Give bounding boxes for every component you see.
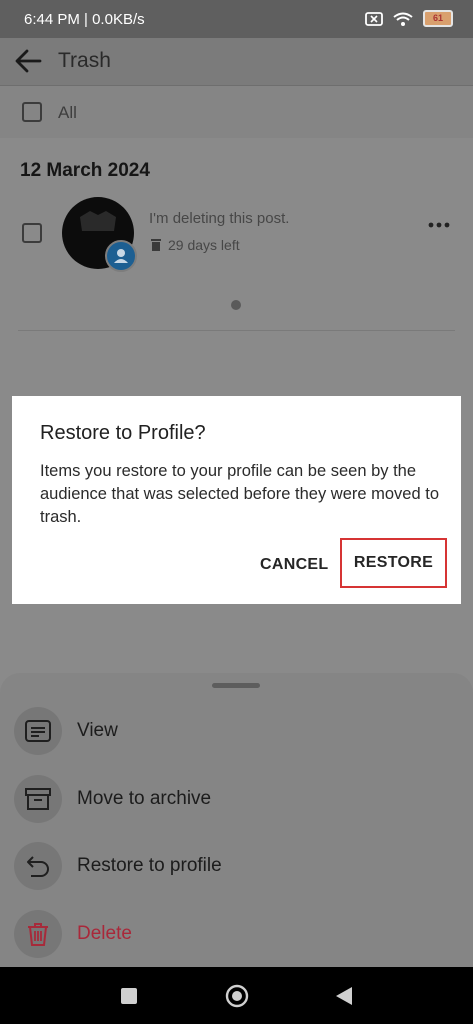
page-title: Trash	[58, 49, 111, 72]
bottom-sheet: View Move to archive Restore to profile …	[0, 673, 473, 973]
post-text: I'm deleting this post.	[149, 210, 290, 227]
view-icon	[14, 707, 62, 755]
restore-icon	[14, 842, 62, 890]
days-left: 29 days left	[150, 237, 240, 253]
back-arrow-icon[interactable]	[14, 48, 42, 74]
dialog-title: Restore to Profile?	[40, 422, 206, 444]
select-all-row[interactable]: All	[0, 86, 473, 138]
home-icon[interactable]	[225, 984, 249, 1008]
select-all-label: All	[58, 103, 77, 122]
section-date: 12 March 2024	[20, 160, 150, 181]
sheet-item-view[interactable]: View	[0, 701, 473, 761]
sheet-item-restore[interactable]: Restore to profile	[0, 836, 473, 896]
system-nav-bar	[0, 967, 473, 1024]
more-options-icon[interactable]	[428, 222, 450, 228]
loading-indicator	[231, 300, 241, 310]
sheet-item-label: Move to archive	[77, 788, 212, 809]
sheet-item-label: Restore to profile	[77, 855, 222, 876]
trash-small-icon	[151, 239, 161, 251]
cancel-button[interactable]: CANCEL	[260, 556, 328, 574]
restore-button[interactable]: RESTORE	[340, 538, 447, 588]
item-checkbox[interactable]	[22, 223, 42, 243]
trash-icon	[14, 910, 62, 958]
divider	[18, 330, 455, 331]
trash-item[interactable]: I'm deleting this post. 29 days left	[0, 190, 473, 280]
app-bar: Trash	[0, 38, 473, 86]
status-bar: 6:44 PM | 0.0KB/s 61	[0, 0, 473, 38]
restore-dialog: Restore to Profile? Items you restore to…	[12, 396, 461, 604]
status-icons: 61	[365, 10, 453, 27]
user-badge-icon	[105, 240, 137, 272]
archive-icon	[14, 775, 62, 823]
recents-icon[interactable]	[120, 987, 138, 1005]
battery-icon: 61	[423, 10, 453, 27]
select-all-checkbox[interactable]	[22, 102, 42, 122]
sheet-item-label: Delete	[77, 923, 132, 944]
sheet-item-archive[interactable]: Move to archive	[0, 769, 473, 829]
wifi-icon	[393, 12, 413, 26]
sheet-item-delete[interactable]: Delete	[0, 904, 473, 964]
dialog-body: Items you restore to your profile can be…	[40, 462, 439, 526]
sheet-item-label: View	[77, 720, 118, 741]
back-nav-icon[interactable]	[335, 986, 353, 1006]
sheet-handle[interactable]	[212, 683, 260, 688]
sim-icon	[365, 11, 383, 26]
status-time: 6:44 PM | 0.0KB/s	[24, 11, 145, 28]
days-left-text: 29 days left	[168, 237, 240, 253]
